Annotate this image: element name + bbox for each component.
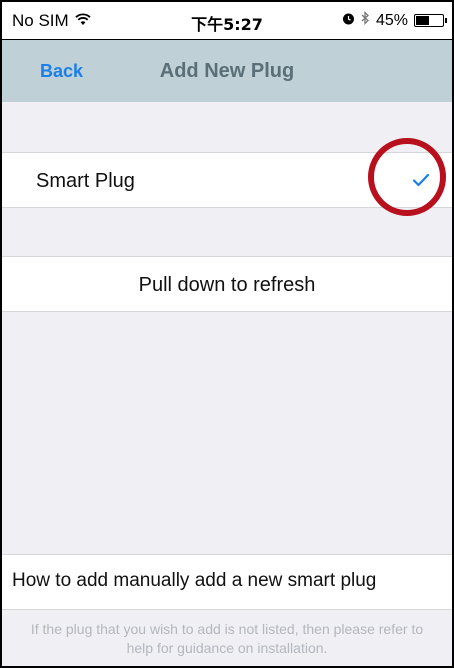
battery-icon [414,14,447,27]
manual-add-label: How to add manually add a new smart plug [12,570,377,591]
status-bar: No SIM 下午5:27 45% [2,2,452,40]
help-footnote: If the plug that you wish to add is not … [30,621,424,656]
plug-list-item[interactable]: Smart Plug [2,152,452,208]
alarm-icon [342,12,355,30]
app-screen: No SIM 下午5:27 45% Back Add New Plug Smar… [0,0,454,668]
plug-name: Smart Plug [36,170,135,192]
battery-percent: 45% [375,11,408,29]
nav-bar: Back Add New Plug [2,40,452,102]
bluetooth-icon [361,10,370,30]
refresh-label: Pull down to refresh [138,274,316,296]
status-right: 45% [342,10,447,30]
page-title: Add New Plug [159,60,295,82]
checkmark-icon [412,173,430,187]
manual-add-link[interactable]: How to add manually add a new smart plug [2,554,452,610]
refresh-row[interactable]: Pull down to refresh [2,256,452,312]
